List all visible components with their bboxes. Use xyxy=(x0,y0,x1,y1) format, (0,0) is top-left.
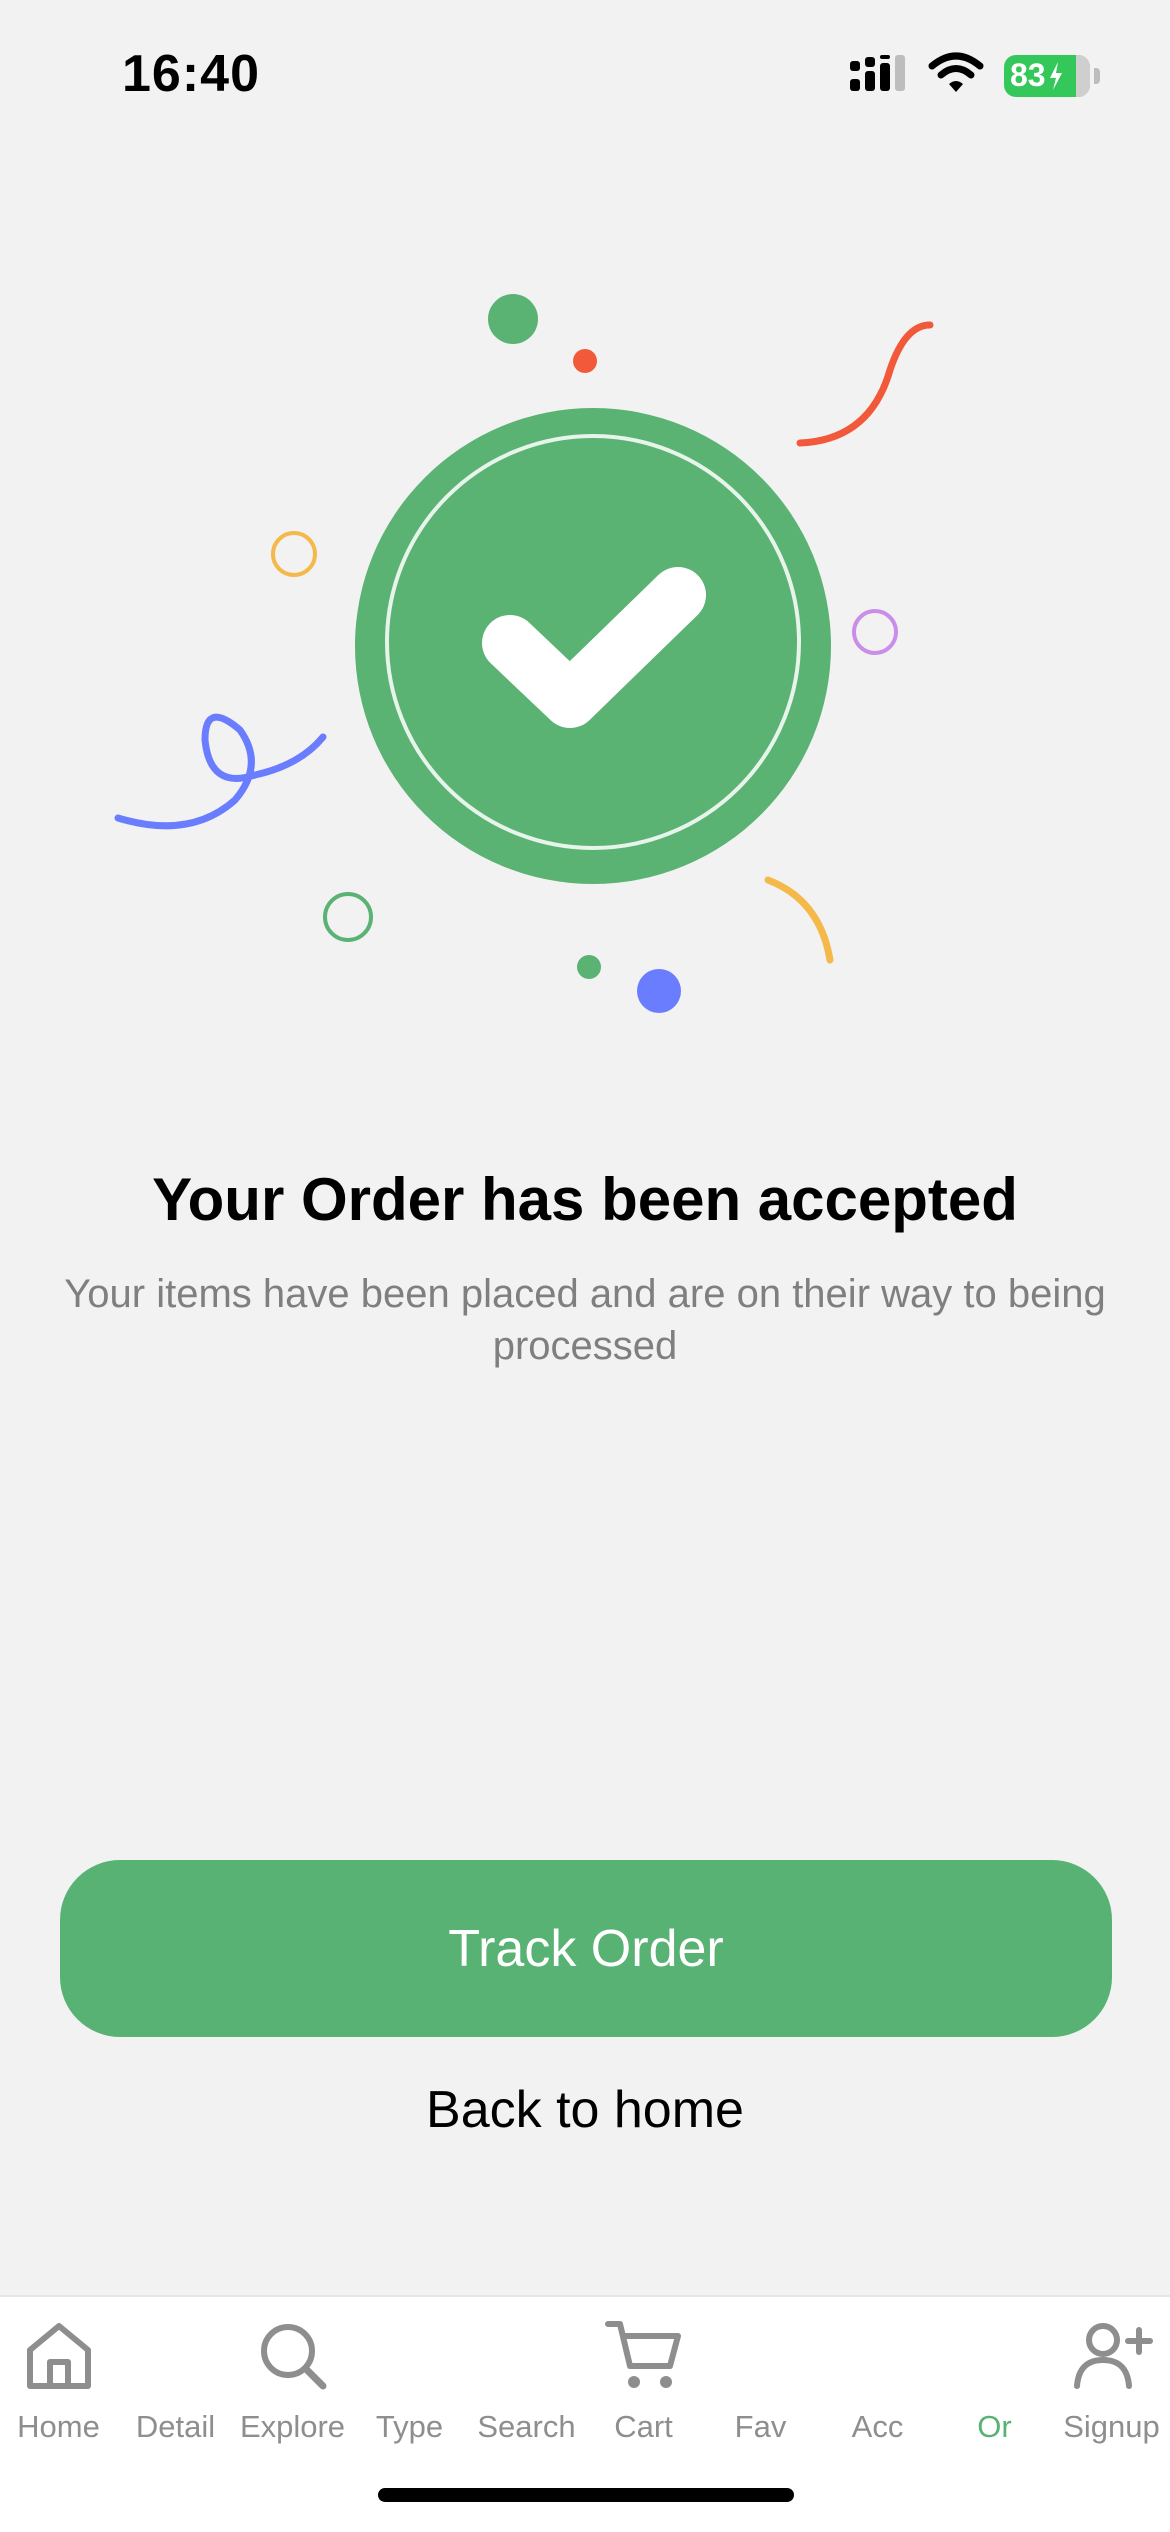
tab-type[interactable]: Type xyxy=(351,2297,468,2457)
page-subtitle: Your items have been placed and are on t… xyxy=(64,1272,1106,1368)
wifi-icon xyxy=(928,52,984,99)
tab-fav[interactable]: Fav xyxy=(702,2297,819,2457)
confetti-dot xyxy=(637,969,681,1013)
confetti-ring xyxy=(271,531,317,577)
confetti-dot xyxy=(577,955,601,979)
cellular-signal-icon xyxy=(848,53,908,98)
success-illustration xyxy=(0,260,1170,1020)
confetti-swirl xyxy=(796,321,934,447)
confetti-swirl xyxy=(114,713,327,830)
tab-explore[interactable]: Explore xyxy=(234,2297,351,2457)
add-user-icon xyxy=(1053,2311,1170,2401)
confetti-ring xyxy=(323,892,373,942)
status-time: 16:40 xyxy=(122,45,260,103)
back-to-home-link[interactable]: Back to home xyxy=(0,2080,1170,2140)
tab-signup[interactable]: Signup xyxy=(1053,2297,1170,2457)
confetti-swirl xyxy=(764,876,834,964)
search-icon xyxy=(234,2311,351,2401)
tab-label: Signup xyxy=(1063,2409,1160,2444)
tab-home[interactable]: Home xyxy=(0,2297,117,2457)
status-icons: 83 xyxy=(848,52,1100,99)
home-icon xyxy=(0,2311,117,2401)
page-title: Your Order has been accepted xyxy=(152,1166,1018,1233)
cart-icon xyxy=(585,2311,702,2401)
battery-level: 83 xyxy=(1010,57,1046,93)
confetti-dot xyxy=(488,294,538,344)
confetti-dot xyxy=(573,349,597,373)
home-indicator xyxy=(378,2488,794,2502)
tab-search[interactable]: Search xyxy=(468,2297,585,2457)
tab-cart[interactable]: Cart xyxy=(585,2297,702,2457)
tab-detail[interactable]: Detail xyxy=(117,2297,234,2457)
tab-acc[interactable]: Acc xyxy=(819,2297,936,2457)
battery-charging-icon: 83 xyxy=(1004,54,1100,97)
confetti-ring xyxy=(852,609,898,655)
status-bar: 16:40 83 xyxy=(0,0,1170,150)
tab-or[interactable]: Or xyxy=(936,2297,1053,2457)
order-accepted-screen: 16:40 83 Your Order has been accepted Yo… xyxy=(0,0,1170,2532)
track-order-button[interactable]: Track Order xyxy=(60,1860,1112,2037)
